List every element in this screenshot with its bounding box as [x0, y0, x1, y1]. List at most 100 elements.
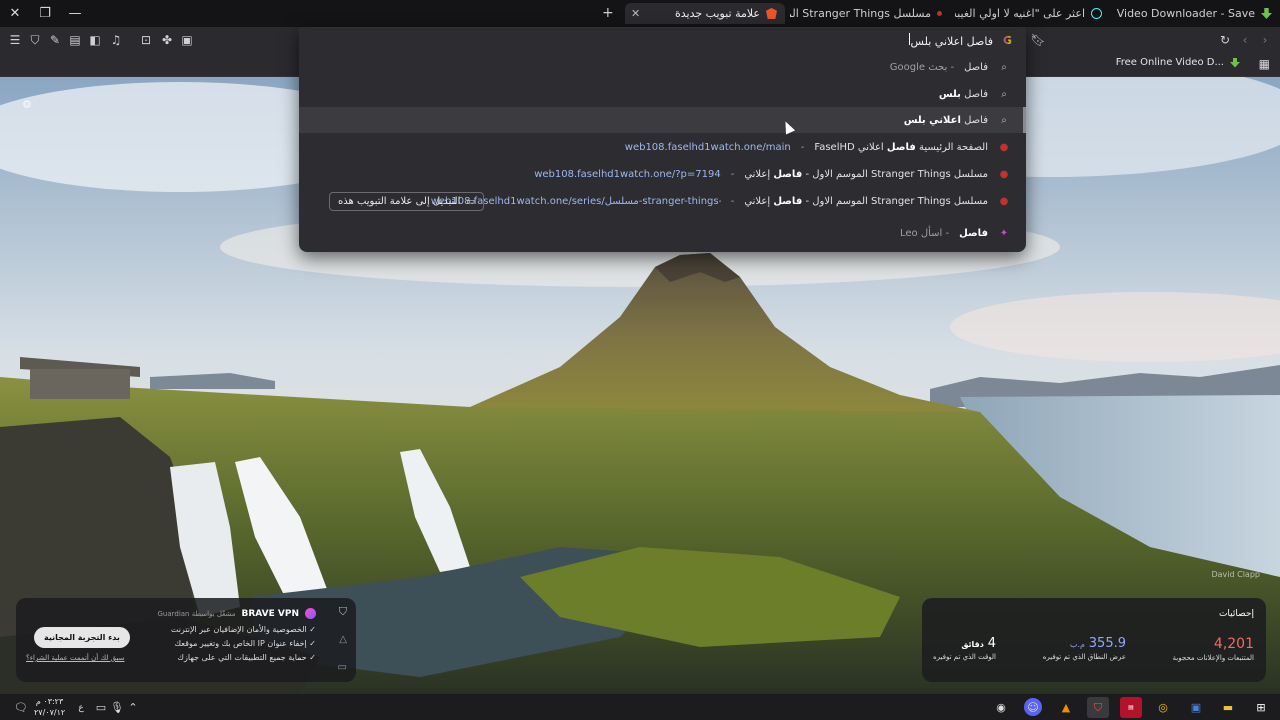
chevron-up-icon[interactable]: ⌃ — [122, 697, 144, 718]
faselhd-favicon-icon: ● — [999, 168, 1009, 180]
suggestion-text: فاصل — [959, 227, 988, 239]
switch-to-tab-button[interactable]: ▭ التبديل إلى علامة التبويب هذه — [329, 192, 484, 211]
suggestion-ask-leo[interactable]: ✦ فاصل - اسأل Leo — [299, 220, 1026, 246]
vpn-already-purchased-link[interactable]: سبق لك أن أتممت عملية الشراء؟ — [26, 654, 124, 662]
file-explorer-icon[interactable]: ▬ — [1217, 697, 1239, 718]
window-minimize-button[interactable]: — — [60, 0, 90, 27]
suggestion-open-tab[interactable]: ● مسلسل Stranger Things الموسم الاول - ف… — [299, 188, 1026, 214]
suggestion-title: مسلسل Stranger Things الموسم الاول - فاص… — [744, 195, 988, 207]
tab-video-downloader[interactable]: Free Online Video Downloader - Save — [1115, 3, 1280, 24]
brave-shields-icon[interactable]: ⛉ — [26, 31, 44, 49]
image-icon[interactable]: ▣ — [178, 31, 196, 49]
video-editor-app-icon[interactable]: ▤ — [1120, 697, 1142, 718]
download-favicon-icon — [1230, 57, 1240, 68]
download-favicon-icon — [1261, 8, 1272, 19]
vpn-window-icon: ▭ — [337, 662, 347, 673]
bookmark-icon[interactable]: 🔖︎ — [1029, 31, 1047, 49]
chrome-app-icon[interactable]: ◎ — [1152, 697, 1174, 718]
extensions-icon[interactable]: ✤ — [158, 31, 176, 49]
tab-tiktok[interactable]: اعثر على "اغنيه لا اولي الغيبه" على TikT… — [955, 3, 1110, 24]
music-note-icon[interactable]: ♫ — [107, 31, 125, 49]
photo-credit: David Clapp — [1211, 570, 1260, 579]
notifications-icon[interactable]: 🗨︎ — [10, 697, 32, 718]
tab-new-tab[interactable]: علامة تبويب جديدة ✕ — [625, 3, 785, 24]
suggestion-search-google[interactable]: ⌕ فاصل - بحث Google — [299, 54, 1026, 80]
stat-value-row: 355.9 م.ب — [1043, 636, 1126, 651]
bookmark-label: Free Online Video D... — [1115, 57, 1224, 68]
tab-close-icon[interactable]: ✕ — [631, 7, 640, 20]
suggestion-title: مسلسل Stranger Things الموسم الاول - فاص… — [744, 168, 988, 180]
taskbar-clock[interactable]: ٠٣:٢٣ م ٢٧/٠٧/١٢ — [34, 696, 65, 718]
puzzle-extension-icon[interactable]: ✎ — [46, 31, 64, 49]
brave-favicon-icon — [766, 8, 777, 19]
stat-unit: م.ب — [1069, 640, 1085, 649]
suggestion-suffix: - اسأل Leo — [899, 227, 950, 239]
vpn-header: BRAVE VPN مشغّل بواسطة Guardian — [157, 608, 316, 619]
privacy-stats-widget: إحصائيات 4,201 المتتبعات والإعلانات محجو… — [922, 598, 1266, 682]
window-restore-button[interactable]: ❐ — [30, 0, 60, 27]
stat-label: الوقت الذي تم توفيره — [933, 653, 996, 661]
brave-app-icon[interactable]: ⛉ — [1087, 697, 1109, 718]
stat-value-row: 4 دقائق — [933, 636, 996, 651]
discord-app-icon[interactable]: ☺ — [1024, 698, 1042, 716]
tab-stranger-things[interactable]: مسلسل Stranger Things الموسم الاول — [790, 3, 950, 24]
language-indicator[interactable]: ع — [70, 697, 92, 718]
suggestion-history-episode[interactable]: ● مسلسل Stranger Things الموسم الاول - ف… — [299, 161, 1026, 187]
windows-start-icon[interactable]: ⊞ — [1250, 697, 1272, 718]
sidebar-icon[interactable]: ◧ — [86, 31, 104, 49]
separator: - — [730, 168, 735, 180]
suggestion-text: فاصل بلس — [938, 88, 988, 100]
search-icon: ⌕ — [1001, 114, 1007, 126]
vpn-trial-button[interactable]: بدء التجربة المجانية — [34, 627, 130, 648]
search-icon: ⌕ — [1001, 61, 1007, 73]
suggestion-search-highlighted[interactable]: ⌕ فاصل اعلاني بلس — [299, 107, 1026, 133]
forward-arrow-icon[interactable]: › — [1256, 31, 1274, 49]
stat-time: 4 دقائق الوقت الذي تم توفيره — [933, 636, 996, 661]
tab-title: مسلسل Stranger Things الموسم الاول — [790, 7, 931, 20]
reload-icon[interactable]: ↻ — [1216, 31, 1234, 49]
leo-ai-icon: ✦ — [999, 227, 1009, 239]
vpn-feature: ✓ حماية جميع التطبيقات التي على جهازك — [177, 653, 316, 662]
vpn-shield-icon: ⛉ — [338, 605, 347, 618]
stat-value: 355.9 — [1088, 636, 1126, 651]
menu-icon[interactable]: ☰ — [6, 31, 24, 49]
address-bar[interactable]: G فاصل اعلاني بلس — [299, 27, 1026, 54]
customize-gear-icon[interactable]: ⚙ — [22, 98, 32, 111]
stat-bandwidth: 355.9 م.ب عرض النطاق الذي تم توفيره — [1043, 636, 1126, 661]
screenshot-icon[interactable]: ⊡ — [137, 31, 155, 49]
stat-unit: دقائق — [961, 640, 984, 649]
suggestion-text: فاصل اعلاني بلس — [903, 114, 988, 126]
stat-label: عرض النطاق الذي تم توفيره — [1042, 653, 1126, 661]
address-input-text[interactable]: فاصل اعلاني بلس — [908, 33, 993, 48]
vpn-feature-list: ✓ الخصوصية والأمان الإضافيان عبر الإنترن… — [171, 625, 316, 667]
suggestion-text: فاصل — [964, 61, 988, 73]
search-icon: ⌕ — [1001, 88, 1007, 100]
faselhd-favicon-icon: ● — [999, 141, 1009, 153]
back-arrow-icon[interactable]: ‹ — [1236, 31, 1254, 49]
suggestion-suffix: - بحث Google — [889, 61, 955, 73]
new-tab-button[interactable]: + — [602, 5, 614, 21]
obs-app-icon[interactable]: ◉ — [990, 697, 1012, 718]
tab-title: اعثر على "اغنيه لا اولي الغيبه" على TikT… — [955, 7, 1085, 20]
vpn-feature: ✓ الخصوصية والأمان الإضافيان عبر الإنترن… — [170, 625, 316, 634]
stat-label: المتتبعات والإعلانات محجوبة — [1172, 654, 1254, 662]
tab-title: Free Online Video Downloader - Save — [1115, 7, 1255, 20]
clock-date: ٢٧/٠٧/١٢ — [34, 708, 66, 717]
window-close-button[interactable]: ✕ — [0, 0, 30, 27]
separator: - — [730, 195, 735, 207]
pc-app-icon[interactable]: ▣ — [1185, 697, 1207, 718]
vpn-logo-icon — [305, 608, 316, 619]
vpn-provider: مشغّل بواسطة Guardian — [157, 609, 236, 618]
suggestion-history-main[interactable]: ● الصفحة الرئيسية فاصل اعلاني FaselHD - … — [299, 134, 1026, 160]
stat-trackers: 4,201 المتتبعات والإعلانات محجوبة — [1173, 636, 1254, 662]
tab-strip: ✕ ❐ — + علامة تبويب جديدة ✕ مسلسل Strang… — [0, 0, 1280, 27]
wallet-icon[interactable]: ▤ — [66, 31, 84, 49]
tiktok-favicon-icon — [1091, 8, 1102, 19]
bookmark-item[interactable]: Free Online Video D... — [1116, 57, 1240, 68]
omnibox-dropdown: G فاصل اعلاني بلس ⌕ فاصل - بحث Google ⌕ … — [299, 27, 1026, 252]
suggestion-search[interactable]: ⌕ فاصل بلس — [299, 81, 1026, 107]
apps-grid-icon[interactable]: ▦ — [1259, 57, 1270, 71]
vlc-app-icon[interactable]: ▲ — [1055, 697, 1077, 718]
vpn-feature: ✓ إخفاء عنوان IP الخاص بك وتغيير موقعك — [174, 639, 316, 648]
suggestion-url: web108.faselhd1watch.one/?p=7194 — [534, 168, 721, 180]
